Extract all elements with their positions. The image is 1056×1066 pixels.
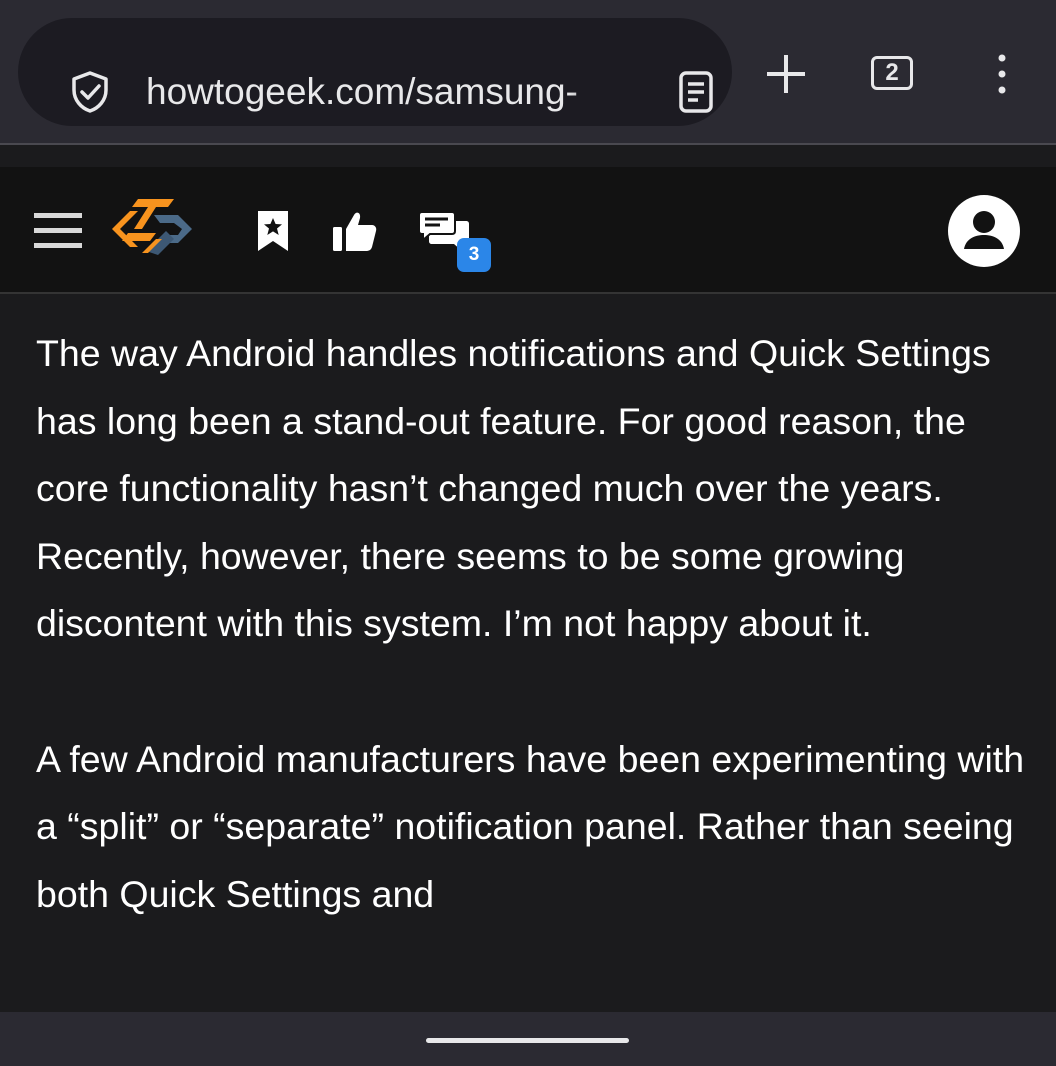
site-header: 3 [0, 167, 1056, 294]
comment-count-badge[interactable]: 3 [457, 238, 491, 272]
reader-mode-icon[interactable] [678, 70, 714, 114]
article-paragraph: A few Android manufacturers have been ex… [36, 737, 1025, 915]
article-body: The way Android handles notifications an… [36, 320, 1036, 928]
home-gesture-handle[interactable] [426, 1038, 629, 1043]
site-logo[interactable] [108, 193, 196, 267]
article-paragraph: The way Android handles notifications an… [36, 332, 991, 645]
bookmark-star-icon[interactable] [256, 209, 290, 253]
hamburger-menu-icon[interactable] [34, 211, 82, 251]
account-icon[interactable] [948, 195, 1020, 267]
browser-toolbar: howtogeek.com/samsung- 2 [0, 0, 1056, 145]
system-navigation-bar [0, 1012, 1056, 1066]
address-bar[interactable]: howtogeek.com/samsung- [18, 18, 732, 126]
new-tab-plus-icon[interactable] [764, 52, 808, 96]
shield-check-icon[interactable] [68, 70, 112, 114]
tab-switcher-button[interactable]: 2 [871, 56, 913, 90]
url-text[interactable]: howtogeek.com/samsung- [146, 64, 626, 120]
thumbs-up-icon[interactable] [332, 209, 378, 253]
more-vert-icon[interactable] [990, 52, 1014, 96]
